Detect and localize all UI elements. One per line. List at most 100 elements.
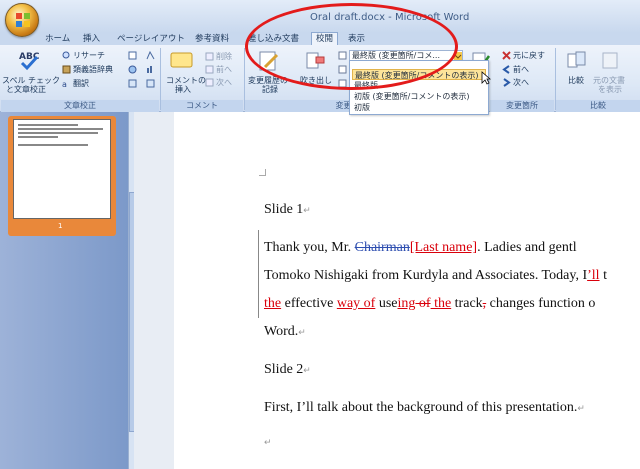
show-markup-icon (338, 65, 347, 74)
next-change-icon (503, 78, 511, 87)
doc-line-2[interactable]: Tomoko Nishigaki from Kurdyla and Associ… (264, 268, 607, 284)
thumbnail-text-line (18, 124, 78, 126)
track-changes-label2[interactable]: 記録 (262, 85, 278, 94)
compare-button[interactable]: 比較 (568, 76, 584, 85)
option-original[interactable]: 初版 (352, 102, 486, 113)
doc-line-slide1[interactable]: Slide 1↵ (264, 202, 311, 218)
new-comment-icon (170, 52, 193, 68)
research-button[interactable]: リサーチ (73, 51, 105, 60)
thumbnail-text-line (18, 128, 103, 130)
word-count-stat-icon[interactable] (146, 65, 155, 74)
spelling-abc-icon: ABC (19, 52, 40, 71)
delete-comment-button[interactable]: 削除 (216, 52, 232, 61)
thesaurus-icon (62, 65, 71, 74)
balloons-button[interactable]: 吹き出し (300, 76, 332, 85)
previous-change-button[interactable]: 前へ (513, 65, 529, 74)
track-changes-icon (259, 51, 279, 71)
tab-mailings[interactable]: 差し込み文書 (248, 33, 299, 45)
inserted-text: the (430, 296, 452, 311)
svg-text:a: a (62, 80, 67, 88)
research-icon (62, 51, 70, 59)
inserted-text: ing (397, 296, 416, 311)
balloons-icon (306, 52, 325, 69)
inserted-text: [Last name] (409, 240, 478, 255)
page-corner-mark (259, 169, 266, 176)
thumbnail-pane: 1 (0, 112, 128, 469)
text-run: t (599, 268, 607, 283)
proofing-extra2-icon[interactable] (146, 79, 155, 88)
track-changes-label[interactable]: 変更履歴の (248, 76, 288, 85)
mouse-cursor-icon (481, 71, 491, 85)
doc-line-slide2[interactable]: Slide 2↵ (264, 362, 311, 378)
tab-page-layout[interactable]: ページレイアウト (117, 33, 185, 45)
new-comment-label[interactable]: コメントの (166, 76, 206, 85)
doc-line-empty[interactable]: ↵ (264, 434, 272, 450)
doc-line-3[interactable]: the effective way of useing of the track… (264, 296, 595, 312)
previous-comment-button[interactable]: 前へ (216, 65, 232, 74)
text-run: . Ladies and gentl (477, 240, 577, 255)
document-margin-area (134, 112, 174, 469)
next-change-button[interactable]: 次へ (513, 78, 529, 87)
tab-references[interactable]: 参考資料 (195, 33, 229, 45)
page-thumbnail[interactable] (13, 119, 111, 219)
text-run: o (588, 296, 596, 311)
window-title: Oral draft.docx - Microsoft Word (310, 12, 470, 23)
spelling-button-label[interactable]: スペル チェック (2, 76, 60, 85)
proofing-extra-icon[interactable] (128, 79, 137, 88)
thumbnail-text-line (18, 136, 58, 138)
proofing-group-label: 文章校正 (1, 100, 159, 112)
option-final-showing-markup[interactable]: 最終版 (変更箇所/コメントの表示) (352, 69, 486, 80)
next-comment-button[interactable]: 次へ (216, 78, 232, 87)
doc-line-4[interactable]: Word.↵ (264, 324, 306, 340)
title-bar: Oral draft.docx - Microsoft Word (0, 0, 640, 37)
text-run: Word. (264, 324, 299, 339)
word-count-icon[interactable] (128, 51, 137, 60)
slide2-text: Slide 2 (264, 362, 304, 377)
doc-line-5[interactable]: First, I’ll talk about the background of… (264, 400, 585, 416)
display-for-review-dropdown: 最終版 (変更箇所/コメントの表示) 最終版 初版 (変更箇所/コメントの表示)… (349, 60, 489, 115)
tab-review[interactable]: 校閲 (311, 32, 339, 46)
office-logo-icon (16, 13, 30, 27)
changes-group-label: 変更箇所 (490, 100, 554, 112)
tab-home[interactable]: ホーム (45, 33, 70, 45)
text-run: Tomoko Nishigaki from Kurdyla and Associ… (264, 268, 588, 283)
text-run: First, I’ll talk about the background of… (264, 400, 578, 415)
thumbnail-text-line (18, 144, 88, 146)
tab-insert[interactable]: 挿入 (83, 33, 100, 45)
set-language-icon[interactable] (146, 51, 155, 60)
document-page[interactable]: Slide 1↵ Thank you, Mr. Chairman[Last na… (174, 112, 640, 469)
translate-button[interactable]: 翻訳 (73, 79, 89, 88)
option-original-showing-markup[interactable]: 初版 (変更箇所/コメントの表示) (352, 91, 486, 102)
change-bar (258, 230, 259, 318)
text-run: track (451, 296, 483, 311)
office-button[interactable] (5, 3, 39, 37)
reject-change-button[interactable]: 元に戻す (513, 51, 545, 60)
tab-view[interactable]: 表示 (348, 33, 365, 45)
language-icon[interactable] (128, 65, 137, 74)
new-comment-label2[interactable]: 挿入 (175, 85, 191, 94)
inserted-text: ’ll (587, 268, 600, 283)
deleted-text: Chairman (354, 240, 410, 255)
text-run: effective (281, 296, 337, 311)
thumbnail-selected-frame[interactable]: 1 (8, 116, 116, 236)
show-source-icon (602, 52, 618, 69)
doc-line-1[interactable]: Thank you, Mr. Chairman[Last name]. Ladi… (264, 240, 577, 256)
display-for-review-icon (338, 51, 347, 60)
option-final[interactable]: 最終版 (352, 80, 486, 91)
spelling-button-label2[interactable]: と文章校正 (6, 85, 46, 94)
show-source-label[interactable]: 元の文書 (593, 76, 625, 85)
reject-change-icon (502, 51, 511, 60)
thesaurus-button[interactable]: 類義語辞典 (73, 65, 113, 74)
translate-icon: a (62, 80, 67, 88)
compare-icon (567, 51, 586, 68)
comments-group-label: コメント (161, 100, 243, 112)
slide1-text: Slide 1 (264, 202, 304, 217)
inserted-text: way of (336, 296, 376, 311)
previous-comment-icon (205, 65, 214, 74)
text-run: changes function (486, 296, 589, 311)
next-comment-icon (205, 78, 214, 87)
deleted-text: of (415, 296, 431, 311)
ribbon-tabs: ホーム 挿入 ページレイアウト 参考資料 差し込み文書 校閲 表示 (0, 32, 640, 46)
thumbnail-page-number: 1 (58, 222, 63, 230)
show-source-label2[interactable]: を表示 (598, 85, 622, 94)
